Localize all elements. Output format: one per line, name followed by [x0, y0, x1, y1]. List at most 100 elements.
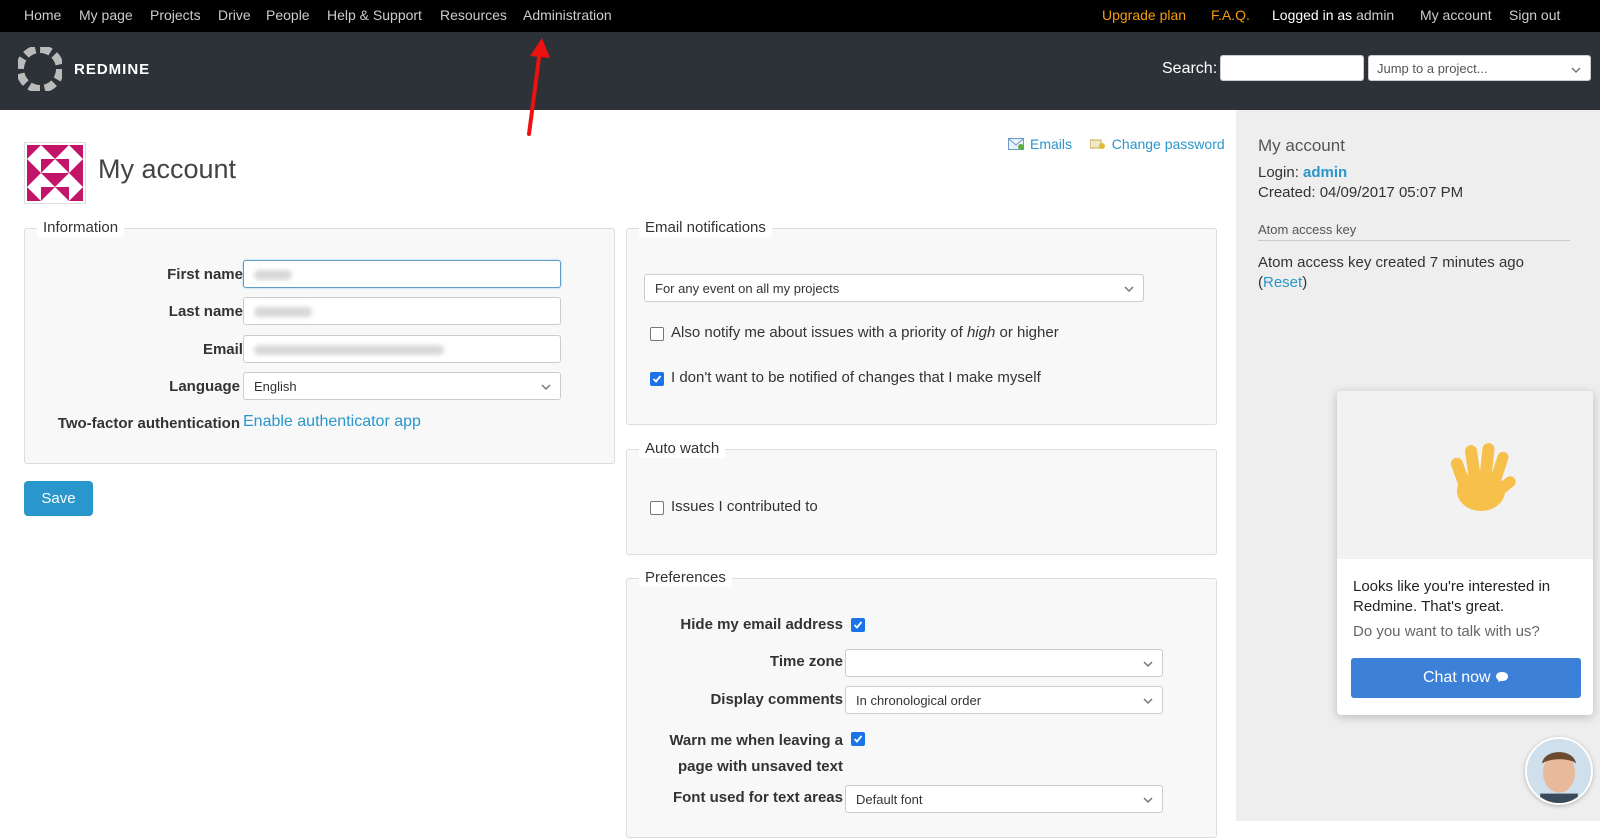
waving-hand-icon — [1450, 443, 1516, 511]
notify-priority-pre: Also notify me about issues with a prior… — [671, 324, 967, 341]
information-fieldset: Information First name * Last name * Ema… — [24, 219, 615, 464]
sidebar-created: Created: 04/09/2017 05:07 PM — [1258, 184, 1464, 201]
logged-in-as: Logged in as admin — [1272, 7, 1394, 23]
nav-resources[interactable]: Resources — [440, 7, 507, 23]
chevron-down-icon — [1124, 286, 1134, 293]
first-name-input[interactable] — [243, 260, 561, 288]
last-name-text: Last name — [168, 303, 243, 320]
preferences-fieldset: Preferences Hide my email address Time z… — [626, 569, 1217, 838]
chevron-down-icon — [1143, 797, 1153, 804]
first-name-label: First name * — [167, 266, 253, 283]
email-notification-select[interactable]: For any event on all my projects — [644, 274, 1144, 302]
preferences-legend: Preferences — [639, 569, 732, 587]
font-text-areas-label: Font used for text areas — [672, 789, 843, 806]
login-label: Login: — [1258, 164, 1299, 181]
atom-access-key-text: Atom access key created 7 minutes ago — [1258, 254, 1524, 271]
save-button[interactable]: Save — [24, 481, 93, 516]
atom-reset: (Reset) — [1258, 274, 1307, 291]
warn-leaving-line-2: page with unsaved text — [677, 758, 843, 775]
login-user-link[interactable]: admin — [1303, 164, 1347, 181]
time-zone-label: Time zone — [769, 653, 843, 670]
information-legend: Information — [37, 219, 125, 237]
no-self-notify-label: I don't want to be notified of changes t… — [671, 369, 1041, 386]
chat-now-label: Chat now — [1422, 669, 1491, 686]
emails-link[interactable]: Emails — [1030, 136, 1072, 152]
nav-help-support[interactable]: Help & Support — [327, 7, 422, 23]
language-select[interactable]: English — [243, 372, 561, 400]
nav-projects[interactable]: Projects — [150, 7, 201, 23]
header: REDMINE Search: Jump to a project... — [0, 32, 1600, 110]
last-name-label: Last name * — [169, 303, 253, 320]
check-icon — [652, 375, 662, 383]
chat-now-button[interactable]: Chat now — [1351, 658, 1581, 698]
chevron-down-icon — [1143, 661, 1153, 668]
email-notification-value: For any event on all my projects — [655, 281, 840, 296]
upgrade-plan-link[interactable]: Upgrade plan — [1102, 7, 1186, 23]
redmine-logo-icon — [18, 47, 62, 91]
enable-authenticator-link[interactable]: Enable authenticator app — [243, 413, 421, 431]
chevron-down-icon — [1143, 698, 1153, 705]
email-icon — [1008, 138, 1024, 150]
chat-widget: Looks like you're interested in Redmine.… — [1337, 391, 1593, 715]
chat-agent-avatar[interactable] — [1525, 737, 1593, 805]
change-password-link[interactable]: Change password — [1112, 136, 1225, 152]
reset-link[interactable]: Reset — [1263, 274, 1302, 291]
search-input[interactable] — [1220, 55, 1364, 81]
check-icon — [853, 621, 863, 629]
issues-contributed-label: Issues I contributed to — [671, 498, 818, 515]
nav-people[interactable]: People — [266, 7, 310, 23]
email-notifications-fieldset: Email notifications For any event on all… — [626, 219, 1217, 425]
check-icon — [853, 735, 863, 743]
display-comments-select[interactable]: In chronological order — [845, 686, 1163, 714]
brand-name: REDMINE — [74, 61, 151, 78]
logged-in-user-link[interactable]: admin — [1356, 7, 1394, 23]
logged-in-label: Logged in as — [1272, 7, 1353, 23]
avatar — [24, 142, 86, 204]
chevron-down-icon — [541, 384, 551, 391]
email-notifications-legend: Email notifications — [639, 219, 772, 237]
email-text: Email — [202, 341, 243, 358]
chat-bubble-icon — [1496, 672, 1509, 682]
my-account-link[interactable]: My account — [1420, 7, 1492, 23]
sidebar-login: Login: admin — [1258, 164, 1347, 181]
first-name-text: First name — [167, 266, 243, 283]
two-factor-label: Two-factor authentication — [57, 415, 240, 432]
issues-contributed-checkbox[interactable] — [650, 501, 664, 515]
nav-home[interactable]: Home — [24, 7, 61, 23]
font-select[interactable]: Default font — [845, 785, 1163, 813]
sign-out-link[interactable]: Sign out — [1509, 7, 1560, 23]
time-zone-select[interactable] — [845, 649, 1163, 677]
chevron-down-icon — [1571, 67, 1581, 74]
nav-drive[interactable]: Drive — [218, 7, 251, 23]
red-arrow-icon — [527, 38, 550, 136]
hide-email-checkbox[interactable] — [851, 618, 865, 632]
faq-link[interactable]: F.A.Q. — [1211, 7, 1250, 23]
notify-priority-em: high — [966, 324, 996, 341]
hide-email-label: Hide my email address — [680, 616, 843, 633]
no-self-notify-checkbox[interactable] — [650, 372, 664, 386]
chat-header — [1337, 391, 1593, 559]
page-title: My account — [98, 154, 237, 184]
last-name-input[interactable] — [243, 297, 561, 325]
nav-administration[interactable]: Administration — [523, 7, 612, 23]
search-label: Search: — [1162, 60, 1218, 77]
key-icon — [1089, 139, 1105, 149]
auto-watch-fieldset: Auto watch Issues I contributed to — [626, 440, 1217, 555]
jump-to-project-select[interactable]: Jump to a project... — [1368, 55, 1591, 81]
display-comments-value: In chronological order — [856, 693, 982, 708]
display-comments-label: Display comments — [710, 691, 843, 708]
warn-leaving-line-1: Warn me when leaving a — [669, 732, 843, 749]
notify-priority-checkbox[interactable] — [650, 327, 664, 341]
jump-placeholder: Jump to a project... — [1377, 61, 1488, 76]
warn-leaving-checkbox[interactable] — [851, 732, 865, 746]
notify-priority-post: or higher — [995, 324, 1059, 341]
language-label: Language — [169, 378, 240, 395]
top-menu: Home My page Projects Drive People Help … — [0, 0, 1600, 32]
email-input[interactable] — [243, 335, 561, 363]
reset-close-paren: ) — [1302, 274, 1308, 291]
font-value: Default font — [856, 792, 923, 807]
notify-priority-label: Also notify me about issues with a prior… — [671, 324, 1059, 341]
nav-my-page[interactable]: My page — [79, 7, 133, 23]
warn-leaving-label: Warn me when leaving a page with unsaved … — [669, 728, 843, 780]
contextual-links: Emails Change password — [1008, 136, 1225, 152]
